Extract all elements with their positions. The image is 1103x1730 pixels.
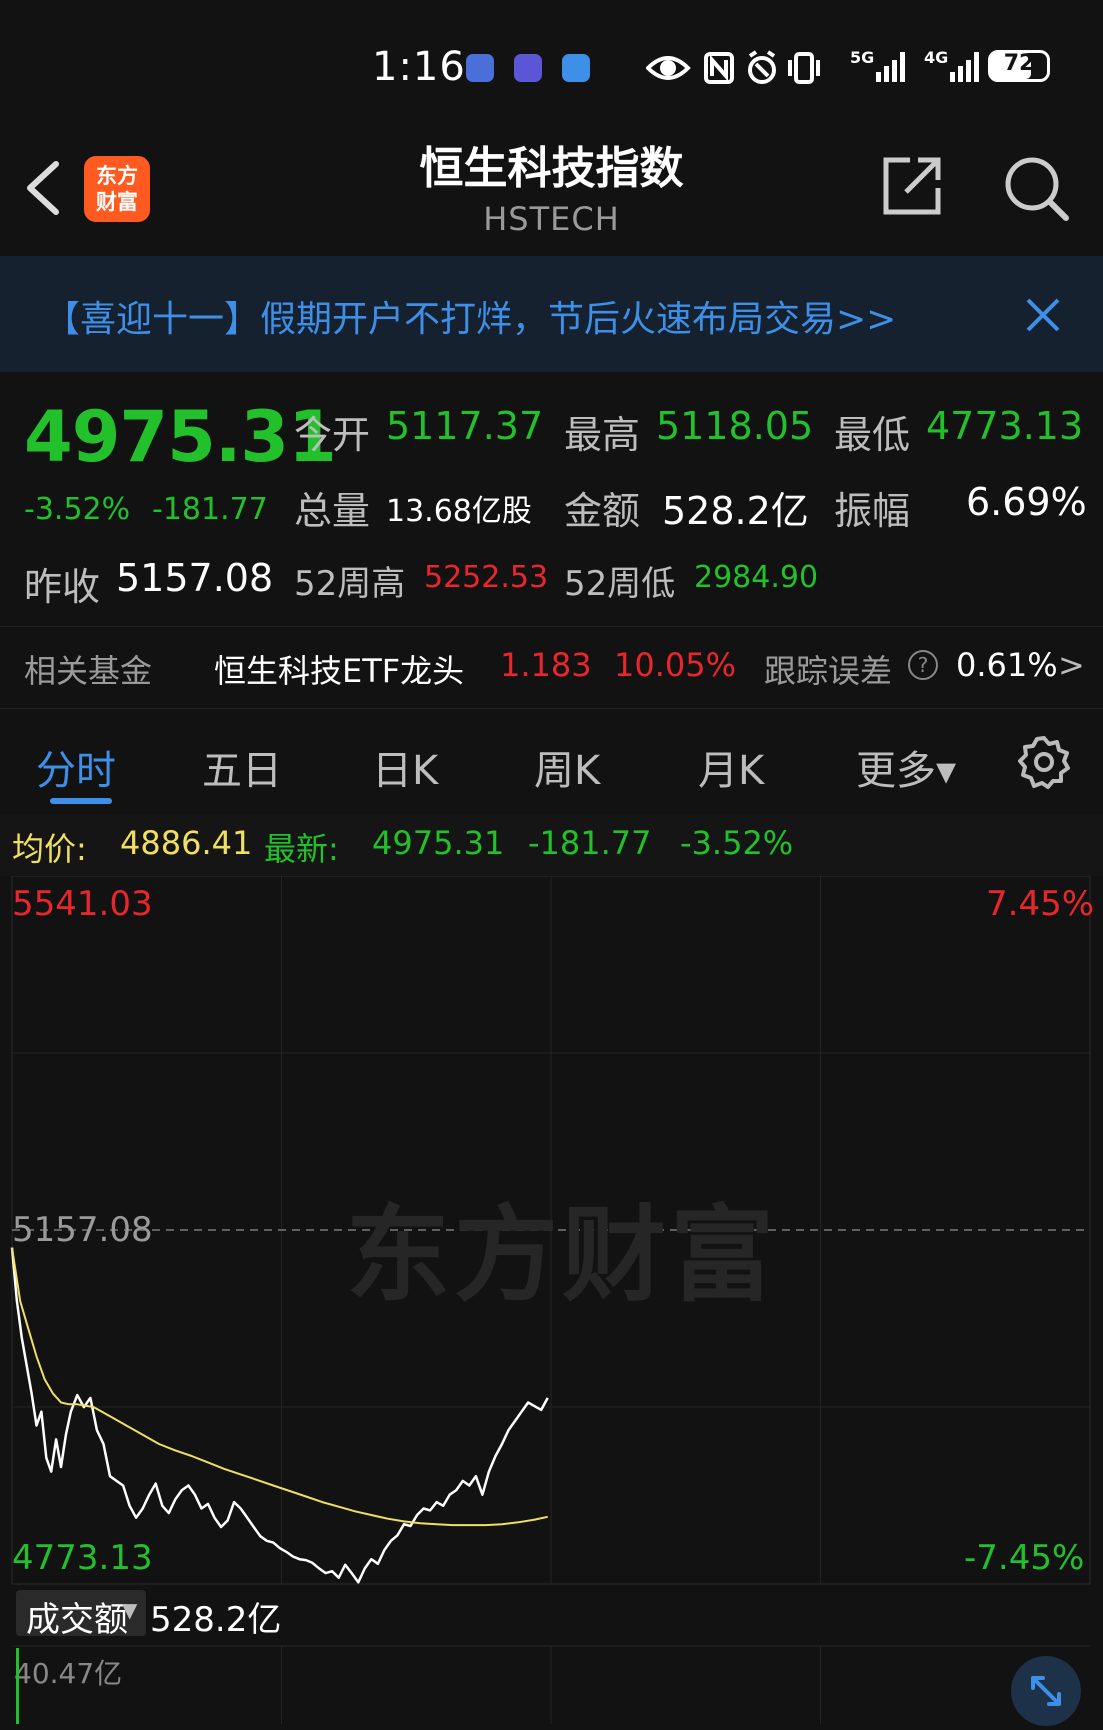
volume-max-label: 40.47亿 — [14, 1657, 123, 1690]
close-icon — [1026, 298, 1060, 332]
week52-low-value: 2984.90 — [694, 560, 819, 595]
avg-price-label: 均价: — [12, 830, 87, 868]
latest-label: 最新: — [264, 830, 339, 868]
related-fund-price: 1.183 — [500, 646, 592, 684]
divider — [0, 626, 1103, 627]
battery-percent: 72 — [1003, 51, 1035, 76]
amplitude-value: 6.69% — [966, 480, 1087, 524]
low-value: 4773.13 — [926, 404, 1084, 448]
help-icon[interactable]: ? — [908, 650, 938, 680]
related-fund-label: 相关基金 — [24, 652, 153, 690]
status-time: 1:16 — [372, 44, 466, 90]
active-tab-indicator — [50, 798, 112, 804]
nfc-icon — [704, 52, 734, 84]
chevron-right-icon[interactable]: > — [1058, 646, 1085, 684]
pct-min-label: -7.45% — [964, 1538, 1085, 1578]
tab-weekly-k[interactable]: 周K — [534, 738, 600, 796]
pct-max-label: 7.45% — [986, 884, 1095, 924]
latest-change-percent: -3.52% — [680, 824, 794, 862]
notification-app-icon — [466, 54, 494, 82]
notification-app-icon — [562, 54, 590, 82]
divider — [0, 708, 1103, 709]
volume-type-label[interactable]: 成交额 — [26, 1592, 128, 1641]
high-label: 最高 — [564, 413, 641, 457]
vibrate-icon — [788, 52, 820, 84]
volume-total-value: 528.2亿 — [150, 1600, 282, 1640]
status-icons — [645, 48, 966, 96]
search-icon — [1005, 157, 1069, 221]
week52-high-label: 52周高 — [294, 564, 406, 604]
tab-monthly-k[interactable]: 月K — [698, 738, 764, 796]
gear-icon — [1018, 736, 1070, 789]
volume-value: 13.68亿股 — [386, 494, 532, 529]
tracking-error-value: 0.61% — [956, 646, 1058, 684]
volume-label: 总量 — [294, 489, 371, 533]
chart-settings-button[interactable] — [1016, 734, 1072, 790]
related-fund-name[interactable]: 恒生科技ETF龙头 — [214, 646, 464, 692]
fullscreen-button[interactable] — [1011, 1656, 1081, 1726]
y-max-label: 5541.03 — [12, 884, 153, 924]
change-percent: -3.52% — [24, 492, 131, 527]
prev-close-label: 昨收 — [24, 565, 101, 609]
notification-app-icon — [514, 54, 542, 82]
tab-more[interactable]: 更多▾ — [856, 738, 956, 796]
related-fund-change: 10.05% — [614, 646, 737, 684]
share-button[interactable] — [880, 154, 944, 218]
banner-close-button[interactable] — [1024, 296, 1062, 334]
signal-bars — [950, 52, 979, 82]
week52-high-value: 5252.53 — [424, 560, 549, 595]
chevron-down-icon[interactable]: ▼ — [122, 1598, 137, 1622]
amplitude-label: 振幅 — [834, 489, 911, 533]
tab-five-day[interactable]: 五日 — [202, 738, 282, 796]
status-icons-svg — [645, 50, 820, 84]
tracking-error-label: 跟踪误差 — [764, 652, 893, 690]
prev-close-value: 5157.08 — [116, 556, 274, 600]
battery-icon: 72 — [988, 50, 1050, 82]
current-price: 4975.31 — [24, 396, 337, 478]
watermark: 东方财富 — [346, 1194, 779, 1316]
alarm-icon — [748, 50, 776, 84]
change-amount: -181.77 — [152, 492, 268, 527]
amount-label: 金额 — [564, 489, 641, 533]
amount-value: 528.2亿 — [662, 489, 809, 533]
latest-value: 4975.31 — [372, 824, 505, 862]
expand-icon — [1031, 1676, 1061, 1706]
volume-bar — [16, 1648, 19, 1724]
y-mid-label: 5157.08 — [12, 1210, 153, 1250]
signal-bars — [876, 52, 905, 82]
tab-intraday[interactable]: 分时 — [36, 738, 116, 796]
eye-icon — [645, 56, 691, 80]
week52-low-label: 52周低 — [564, 564, 676, 604]
low-label: 最低 — [834, 413, 911, 457]
share-icon — [883, 157, 941, 215]
high-value: 5118.05 — [656, 404, 814, 448]
tab-daily-k[interactable]: 日K — [372, 738, 438, 796]
latest-change-amount: -181.77 — [528, 824, 652, 862]
search-button[interactable] — [1002, 154, 1070, 222]
open-value: 5117.37 — [386, 404, 544, 448]
open-label: 今开 — [294, 413, 371, 457]
y-min-label: 4773.13 — [12, 1538, 153, 1578]
avg-price-value: 4886.41 — [120, 824, 253, 862]
promo-banner-text[interactable]: 【喜迎十一】假期开户不打烊，节后火速布局交易>> — [44, 290, 896, 342]
